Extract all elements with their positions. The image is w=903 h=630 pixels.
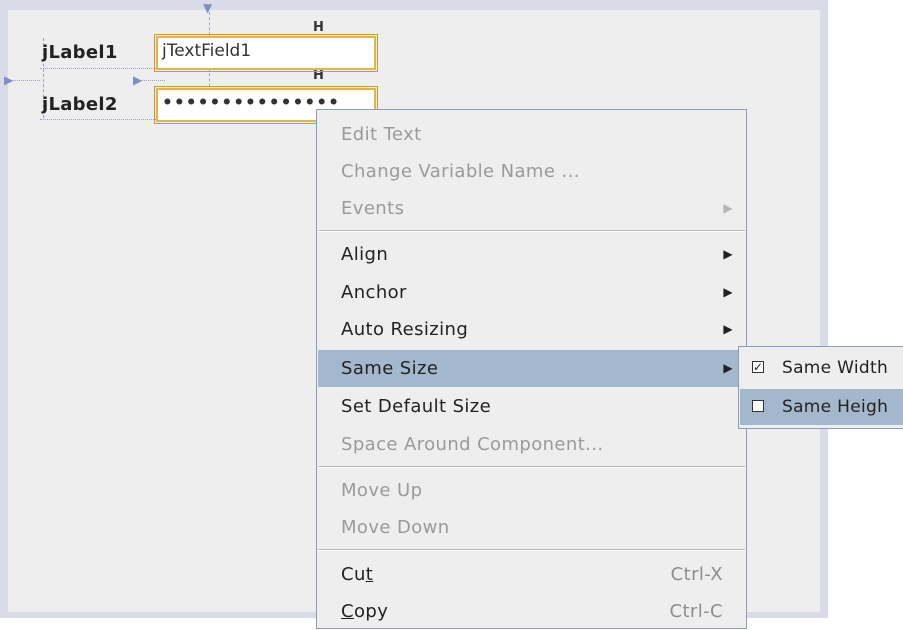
menu-item-align[interactable]: Align ▶ (318, 236, 745, 273)
menu-item-set-default-size[interactable]: Set Default Size (318, 388, 745, 425)
submenu-arrow-icon: ▶ (723, 361, 733, 375)
checkbox-unchecked-icon[interactable] (752, 400, 764, 412)
alignment-guide (40, 119, 160, 120)
same-size-submenu: ✓ Same Width Same Heigh (738, 346, 903, 429)
menu-item-same-size[interactable]: Same Size ▶ (318, 350, 745, 387)
menu-item-move-up[interactable]: Move Up (318, 472, 745, 509)
menu-item-anchor[interactable]: Anchor ▶ (318, 274, 745, 311)
alignment-guide (10, 80, 40, 81)
jlabel2[interactable]: jLabel2 (42, 94, 118, 115)
submenu-arrow-icon: ▶ (723, 201, 733, 215)
submenu-arrow-icon: ▶ (723, 247, 733, 261)
resize-horizontal-icon[interactable]: H (313, 69, 324, 82)
menu-separator (318, 466, 745, 468)
menu-item-cut[interactable]: Cut Ctrl-X (318, 556, 745, 593)
menu-item-auto-resizing[interactable]: Auto Resizing ▶ (318, 311, 745, 348)
checkbox-checked-icon[interactable]: ✓ (752, 361, 764, 373)
anchor-left-icon: ▶ (133, 73, 143, 87)
alignment-guide (40, 68, 160, 69)
submenu-arrow-icon: ▶ (723, 322, 733, 336)
jtextfield1[interactable]: jTextField1 (154, 34, 378, 72)
menu-separator (318, 549, 745, 551)
menu-item-copy-label: Copy (341, 601, 389, 622)
menu-item-events[interactable]: Events ▶ (318, 190, 745, 227)
menu-item-edit-text[interactable]: Edit Text (318, 116, 745, 153)
menu-item-cut-label: Cut (341, 564, 374, 585)
anchor-top-icon: ▼ (203, 1, 213, 15)
menu-separator (318, 230, 745, 232)
submenu-item-same-height[interactable]: Same Heigh (740, 389, 903, 425)
submenu-arrow-icon: ▶ (723, 285, 733, 299)
menu-item-change-variable-name[interactable]: Change Variable Name ... (318, 153, 745, 190)
menu-item-move-down[interactable]: Move Down (318, 509, 745, 546)
menu-item-space-around-component[interactable]: Space Around Component... (318, 426, 745, 463)
resize-horizontal-icon[interactable]: H (313, 21, 324, 34)
anchor-left-icon: ▶ (4, 73, 14, 87)
submenu-item-same-width[interactable]: ✓ Same Width (740, 350, 903, 386)
jlabel1[interactable]: jLabel1 (42, 42, 118, 63)
context-menu: Edit Text Change Variable Name ... Event… (316, 109, 747, 629)
menu-item-copy[interactable]: Copy Ctrl-C (318, 593, 745, 630)
